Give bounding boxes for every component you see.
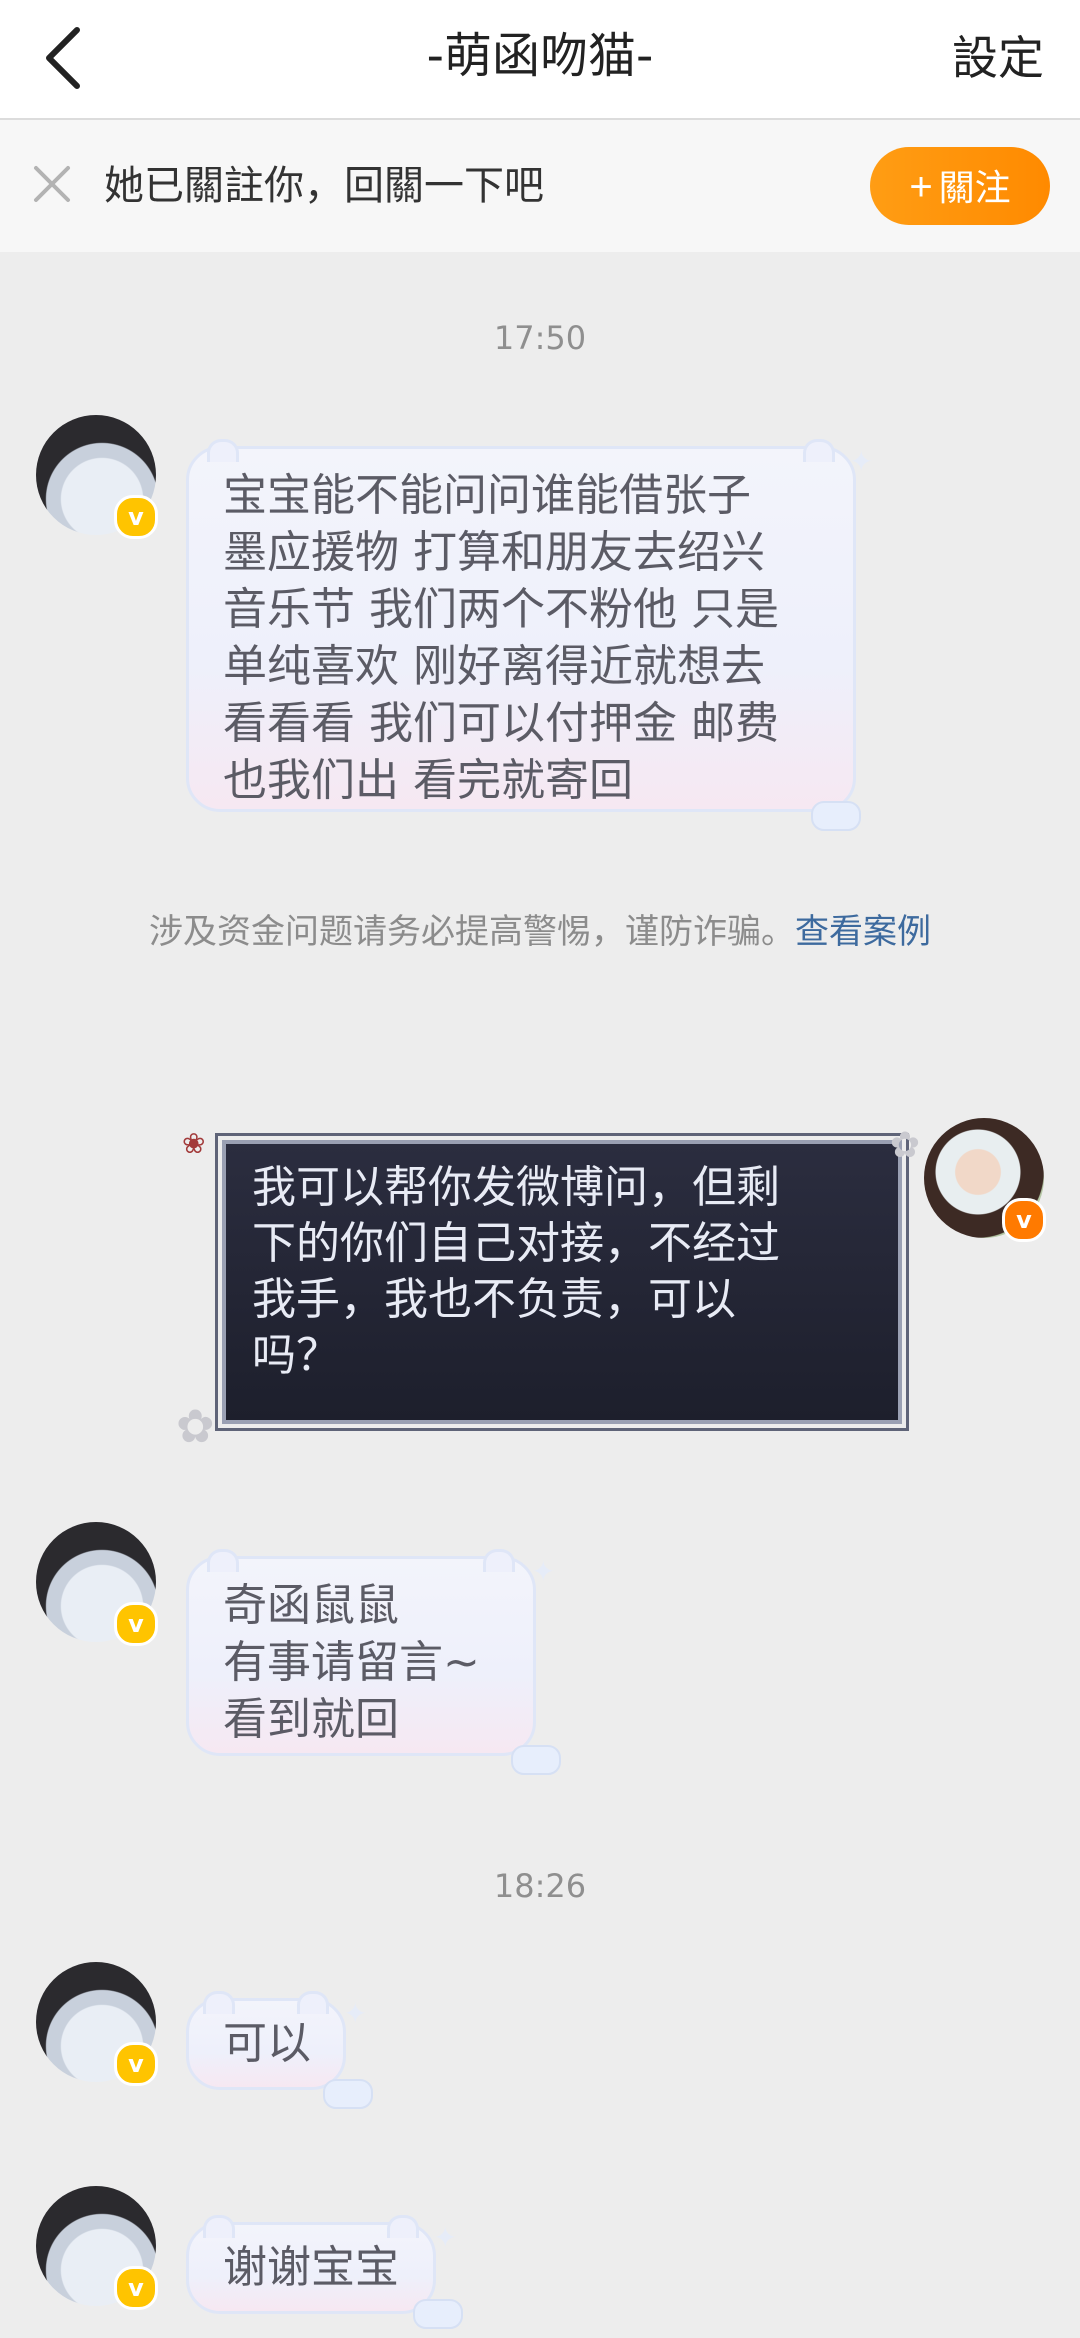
message-line: 谢谢宝宝: [223, 2242, 399, 2293]
timestamp: 17:50: [493, 319, 587, 357]
message-bubble-incoming[interactable]: ✦ 可以: [186, 1991, 373, 2109]
timestamp: 18:26: [493, 1867, 587, 1905]
star-decoration-icon: ✦: [531, 1555, 555, 1588]
follow-button-label: 關注: [938, 167, 1011, 208]
bubble-ear: [803, 439, 835, 462]
cloud-decoration-icon: [323, 2079, 373, 2109]
warning-text: 涉及资金问题请务必提高警惕，谨防诈骗。: [149, 912, 795, 952]
star-decoration-icon: ✦: [343, 1997, 367, 2030]
star-decoration-icon: ✦: [433, 2221, 457, 2254]
flower-decoration-icon: ✿: [889, 1125, 920, 1166]
message-bubble-incoming[interactable]: ✦ 宝宝能不能问问谁能借张子 墨应援物 打算和朋友去绍兴 音乐节 我们两个不粉他…: [186, 439, 873, 831]
bubble-ear: [203, 1991, 235, 2014]
bubble-ear: [387, 2215, 419, 2238]
follow-back-bar: 她已關註你，回關一下吧 + 關注: [0, 120, 1080, 252]
fraud-warning: 涉及资金问题请务必提高警惕，谨防诈骗。查看案例: [0, 908, 1080, 956]
rose-decoration-icon: ❀: [182, 1127, 206, 1160]
verified-badge-icon: v: [1002, 1198, 1046, 1242]
settings-button[interactable]: 設定: [952, 26, 1044, 90]
message-line: 可以: [223, 2018, 311, 2069]
bubble-ear: [207, 1549, 239, 1572]
follow-button[interactable]: + 關注: [870, 147, 1050, 225]
verified-badge-icon: v: [114, 2266, 158, 2310]
bubble-ear: [203, 2215, 235, 2238]
message-line: 也我们出 看完就寄回: [223, 755, 633, 806]
verified-badge-icon: v: [114, 2042, 158, 2086]
verified-badge-icon: v: [114, 495, 158, 539]
message-line: 下的你们自己对接，不经过: [252, 1218, 780, 1269]
message-line: 吗？: [252, 1330, 340, 1381]
close-icon[interactable]: [30, 162, 74, 206]
message-bubble-incoming[interactable]: ✦ 奇函鼠鼠 有事请留言~ 看到就回: [186, 1549, 561, 1775]
verified-badge-icon: v: [114, 1602, 158, 1646]
bubble-ear: [483, 1549, 515, 1572]
follow-back-prompt: 她已關註你，回關一下吧: [104, 163, 544, 209]
message-line: 宝宝能不能问问谁能借张子: [223, 470, 751, 521]
message-line: 奇函鼠鼠: [223, 1580, 399, 1631]
top-bar: -萌函吻猫- 設定: [0, 0, 1080, 120]
star-decoration-icon: ✦: [849, 445, 873, 478]
message-line: 墨应援物 打算和朋友去绍兴: [223, 527, 765, 578]
cloud-decoration-icon: [811, 801, 861, 831]
cloud-decoration-icon: [511, 1745, 561, 1775]
plus-icon: +: [909, 165, 933, 209]
message-line: 我手，我也不负责，可以: [252, 1274, 736, 1325]
lily-decoration-icon: ✿: [176, 1399, 215, 1453]
message-bubble-incoming[interactable]: ✦ 谢谢宝宝: [186, 2215, 463, 2329]
cloud-decoration-icon: [413, 2299, 463, 2329]
message-line: 看看看 我们可以付押金 邮费: [223, 698, 779, 749]
bubble-ear: [297, 1991, 329, 2014]
page-title: -萌函吻猫-: [426, 28, 654, 84]
message-bubble-outgoing[interactable]: ❀ ✿ ✿ 我可以帮你发微博问，但剩 下的你们自己对接，不经过 我手，我也不负责…: [176, 1125, 920, 1453]
message-line: 音乐节 我们两个不粉他 只是: [223, 584, 779, 635]
message-line: 有事请留言~: [223, 1637, 480, 1688]
bubble-ear: [207, 439, 239, 462]
message-line: 单纯喜欢 刚好离得近就想去: [223, 641, 765, 692]
message-line: 我可以帮你发微博问，但剩: [252, 1162, 780, 1213]
message-line: 看到就回: [223, 1694, 399, 1745]
view-cases-link[interactable]: 查看案例: [795, 912, 931, 952]
